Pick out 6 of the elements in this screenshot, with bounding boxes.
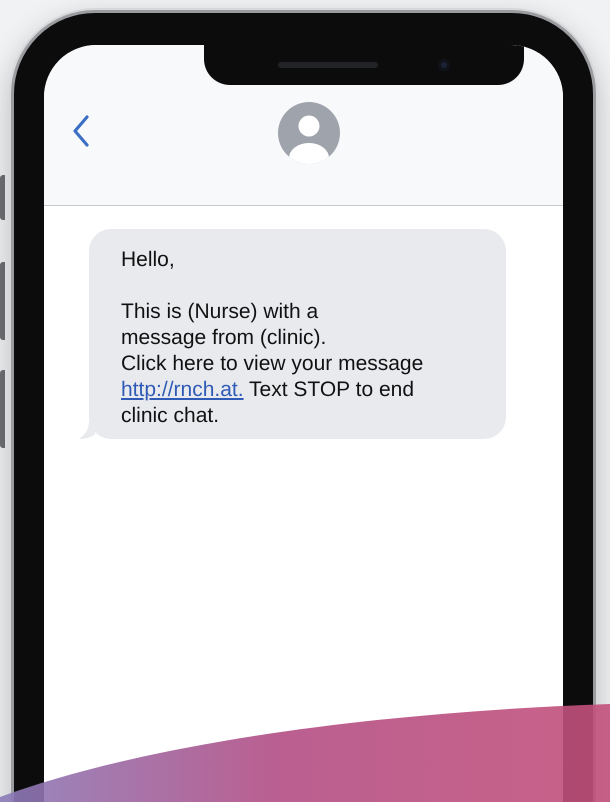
camera-icon bbox=[438, 59, 450, 71]
message-link[interactable]: http://rnch.at. bbox=[121, 378, 244, 401]
message-text: This is (Nurse) with a message from (clinic). Click here to view your message http://rnch.at. Text STOP to end clinic chat. bbox=[121, 299, 424, 429]
back-icon[interactable] bbox=[72, 115, 90, 147]
contact-avatar-icon[interactable] bbox=[278, 102, 340, 164]
message-greeting: Hello, bbox=[121, 247, 176, 273]
